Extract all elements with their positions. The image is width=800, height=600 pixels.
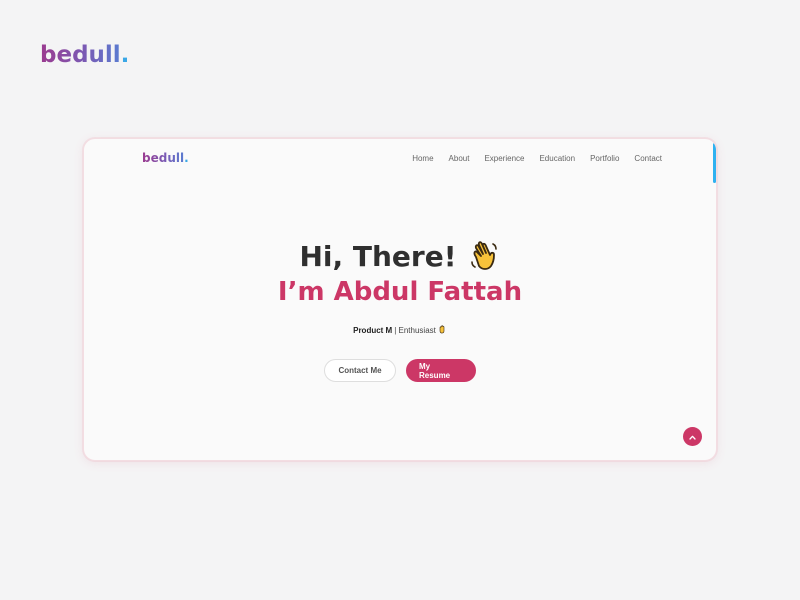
nav-item-experience[interactable]: Experience: [484, 154, 524, 163]
nav-item-contact[interactable]: Contact: [634, 154, 662, 163]
hero-greeting: Hi, There!: [299, 239, 500, 273]
nav-item-education[interactable]: Education: [539, 154, 575, 163]
hero-greeting-text: Hi, There!: [299, 239, 457, 273]
chevron-up-icon: [688, 427, 697, 446]
scrollbar[interactable]: [713, 143, 716, 183]
site-logo-dot: .: [184, 151, 189, 165]
page-logo: bedull.: [40, 42, 129, 68]
back-to-top-button[interactable]: [683, 427, 702, 446]
contact-me-button[interactable]: Contact Me: [324, 359, 396, 382]
site-logo-text: bedull: [142, 151, 185, 165]
nav-item-portfolio[interactable]: Portfolio: [590, 154, 619, 163]
raised-hand-icon: [438, 325, 447, 335]
tagline-role: Product M: [353, 325, 393, 335]
hero-name: I’m Abdul Fattah: [277, 277, 523, 307]
waving-hand-icon: [467, 239, 501, 273]
site-logo[interactable]: bedull.: [142, 151, 189, 165]
nav-item-about[interactable]: About: [449, 154, 470, 163]
main-nav: Home About Experience Education Portfoli…: [412, 154, 662, 163]
browser-window: bedull. Home About Experience Education …: [83, 138, 717, 461]
hero-section: Hi, There! I’m Abdul Fattah Product M | …: [84, 239, 716, 337]
hero-tagline: Product M | Enthusiast: [353, 325, 447, 335]
hero-actions: Contact Me My Resume: [84, 359, 716, 382]
tagline-rest: | Enthusiast: [394, 325, 436, 335]
my-resume-button[interactable]: My Resume: [406, 359, 476, 382]
page-logo-text: bedull: [40, 42, 121, 68]
nav-item-home[interactable]: Home: [412, 154, 433, 163]
page-logo-dot: .: [120, 42, 130, 68]
